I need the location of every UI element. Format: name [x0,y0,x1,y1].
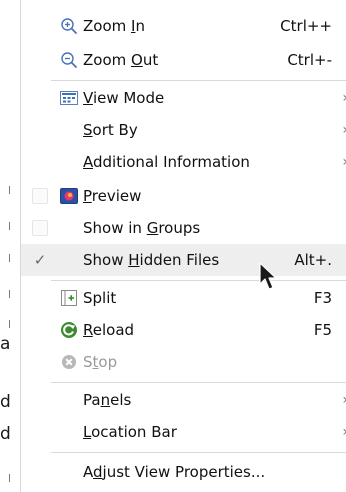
menu-item-label: Panels [83,391,132,409]
bg-text-fragment: d [0,424,11,444]
menu-item-split[interactable]: Split F3 [21,282,346,314]
menu-separator [51,80,346,81]
bg-tick [9,320,10,328]
chevron-right-icon: › [342,122,346,138]
screen: a d d Zoom In Ctrl++ Zoom Out Ctrl+- Vie… [0,0,346,492]
mouse-pointer-icon [258,262,282,294]
menu-item-label: Reload [83,321,135,339]
menu-item-label: Stop [83,353,118,371]
menu-item-label: Additional Information [83,153,250,171]
checkbox[interactable] [27,180,53,212]
bg-text-fragment: a [0,334,11,354]
menu-item-additional-information[interactable]: Additional Information › [21,146,346,178]
unchecked-box-icon [32,220,48,236]
reload-icon [51,314,87,346]
shortcut-label: Ctrl++ [280,17,332,35]
bg-text-fragment: d [0,392,11,412]
menu-item-view-mode[interactable]: View Mode › [21,82,346,114]
menu-separator [51,382,346,383]
zoom-in-icon [51,10,87,42]
unchecked-box-icon [32,188,48,204]
menu-item-reload[interactable]: Reload F5 [21,314,346,346]
menu-item-preview[interactable]: Preview [21,180,346,212]
view-context-menu: Zoom In Ctrl++ Zoom Out Ctrl+- View Mode… [20,0,346,492]
zoom-out-icon [51,44,87,76]
menu-item-label: Zoom In [83,17,145,35]
menu-item-location-bar[interactable]: Location Bar › [21,416,346,448]
bg-tick [9,254,10,262]
shortcut-label: F3 [313,289,332,307]
shortcut-label: F5 [313,321,332,339]
menu-item-label: Show in Groups [83,219,201,237]
background-window: a d d [0,0,22,492]
menu-item-label: Sort By [83,121,138,139]
menu-item-label: Zoom Out [83,51,159,69]
chevron-right-icon: › [342,392,346,408]
view-mode-icon [51,82,87,114]
chevron-right-icon: › [342,90,346,106]
stop-icon [51,346,87,378]
menu-item-panels[interactable]: Panels › [21,384,346,416]
menu-item-show-hidden-files[interactable]: ✓ Show Hidden Files Alt+. [21,244,346,276]
preview-icon [51,180,87,212]
bg-tick [9,290,10,298]
bg-tick [9,222,10,230]
menu-item-label: Adjust View Properties... [83,463,266,481]
checkmark-icon: ✓ [33,251,47,269]
chevron-right-icon: › [342,424,346,440]
menu-separator [51,280,346,281]
checkbox[interactable]: ✓ [27,244,53,276]
bg-tick [9,474,10,482]
menu-item-label: View Mode [83,89,165,107]
menu-item-label: Location Bar [83,423,177,441]
menu-item-adjust-view-properties[interactable]: Adjust View Properties... [21,456,346,488]
menu-item-zoom-in[interactable]: Zoom In Ctrl++ [21,10,346,42]
shortcut-label: Alt+. [294,251,332,269]
split-view-icon [51,282,87,314]
menu-item-label: Preview [83,187,142,205]
shortcut-label: Ctrl+- [287,51,332,69]
menu-separator [51,452,346,453]
menu-item-label: Split [83,289,117,307]
bg-tick [9,186,10,194]
menu-item-show-in-groups[interactable]: Show in Groups [21,212,346,244]
chevron-right-icon: › [342,154,346,170]
menu-item-sort-by[interactable]: Sort By › [21,114,346,146]
checkbox[interactable] [27,212,53,244]
menu-item-stop[interactable]: Stop [21,346,346,378]
menu-item-zoom-out[interactable]: Zoom Out Ctrl+- [21,44,346,76]
menu-item-label: Show Hidden Files [83,251,220,269]
